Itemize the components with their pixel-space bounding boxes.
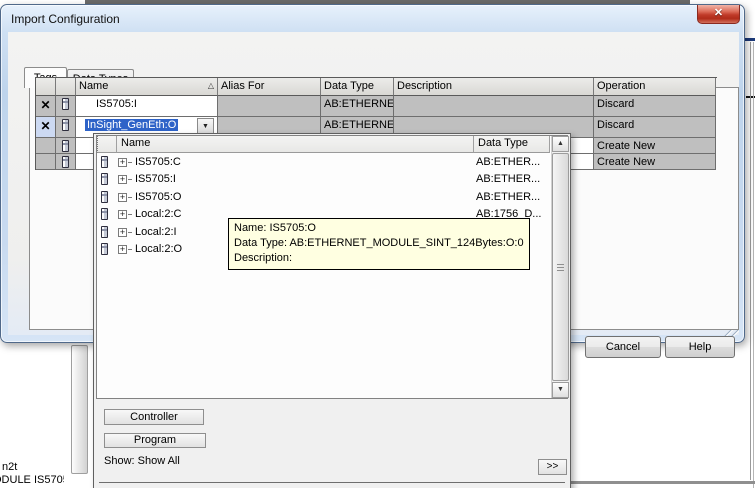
background-text: n2t	[2, 461, 17, 473]
expand-plus-icon[interactable]: +	[118, 210, 127, 219]
tag-list-item[interactable]: + IS5705:I AB:ETHER...	[98, 172, 550, 189]
tag-list-item[interactable]: + IS5705:O AB:ETHER...	[98, 190, 550, 207]
tag-icon	[62, 156, 69, 168]
tag-data-type: AB:ETHER...	[476, 191, 540, 203]
tooltip-name-line: Name: IS5705:O	[234, 221, 524, 236]
tag-icon	[101, 156, 108, 168]
tag-list-item[interactable]: + IS5705:C AB:ETHER...	[98, 155, 550, 172]
header-data-type[interactable]: Data Type	[321, 78, 394, 96]
tag-icon	[62, 140, 69, 152]
row-tag-cell	[56, 96, 76, 117]
scroll-up-icon: ▲	[557, 140, 564, 147]
chevron-down-icon: ▼	[202, 123, 209, 130]
tag-icon	[101, 243, 108, 255]
row-tag-cell	[56, 154, 76, 170]
operation-cell[interactable]: Discard	[594, 96, 716, 117]
background-scrollbar[interactable]	[71, 345, 88, 474]
program-button[interactable]: Program	[104, 433, 206, 448]
scroll-up-button[interactable]: ▲	[552, 136, 569, 152]
tag-browser-dropdown: Name Data Type + IS5705:C AB:ETHER... + …	[93, 133, 571, 488]
background-window-edge	[750, 42, 751, 480]
selected-tag-text: InSight_GenEth:O	[85, 119, 178, 131]
header-operation[interactable]: Operation	[594, 78, 716, 96]
list-scrollbar[interactable]: ▲ ▼	[551, 136, 568, 398]
scroll-down-icon: ▼	[557, 386, 564, 393]
expand-plus-icon[interactable]: +	[118, 158, 127, 167]
row-tag-cell	[56, 138, 76, 154]
tag-name: Local:2:I	[135, 226, 177, 238]
close-icon: ✕	[714, 7, 723, 19]
header-select[interactable]	[36, 78, 56, 96]
scrollbar-thumb[interactable]	[552, 153, 569, 381]
list-header-data-type[interactable]: Data Type	[474, 136, 550, 153]
name-cell[interactable]: IS5705:I	[76, 96, 218, 117]
row-delete-cell[interactable]	[36, 154, 56, 170]
tooltip-datatype-line: Data Type: AB:ETHERNET_MODULE_SINT_124By…	[234, 236, 524, 251]
help-button[interactable]: Help	[665, 336, 735, 358]
row-delete-cell[interactable]	[36, 138, 56, 154]
screen: n2t ODULE IS5705 Import Configuration ✕ …	[0, 0, 755, 488]
close-button[interactable]: ✕	[697, 5, 740, 24]
tag-name: IS5705:C	[135, 156, 181, 168]
titlebar[interactable]: Import Configuration	[1, 5, 746, 29]
tag-data-type: AB:ETHER...	[476, 156, 540, 168]
expand-plus-icon[interactable]: +	[118, 245, 127, 254]
tooltip-description-line: Description:	[234, 251, 524, 266]
tag-name: IS5705:I	[135, 173, 176, 185]
tag-tooltip: Name: IS5705:O Data Type: AB:ETHERNET_MO…	[228, 218, 530, 270]
sort-asc-icon: △	[208, 81, 214, 90]
delete-x-icon: ✕	[40, 119, 50, 133]
header-alias-for[interactable]: Alias For	[218, 78, 321, 96]
background-line	[745, 38, 755, 41]
row-delete-cell[interactable]: ✕	[36, 96, 56, 117]
tag-data-type: AB:ETHER...	[476, 173, 540, 185]
tag-icon	[101, 173, 108, 185]
tag-name: IS5705:O	[135, 191, 181, 203]
row-tag-cell	[56, 117, 76, 138]
list-header-icon	[97, 136, 117, 153]
background-text-clipped: ODULE IS5705	[0, 474, 64, 488]
header-description[interactable]: Description	[394, 78, 594, 96]
cancel-button[interactable]: Cancel	[585, 336, 661, 358]
operation-cell[interactable]: Create New	[594, 154, 716, 170]
scroll-down-button[interactable]: ▼	[552, 382, 569, 398]
background-window-edge	[571, 481, 755, 484]
expand-plus-icon[interactable]: +	[118, 228, 127, 237]
tag-icon	[101, 226, 108, 238]
list-header-name[interactable]: Name	[117, 136, 474, 153]
tag-icon	[62, 98, 69, 110]
dialog-title: Import Configuration	[11, 12, 120, 26]
tag-icon	[101, 191, 108, 203]
background-window-edge	[753, 42, 754, 488]
tag-name: Local:2:O	[135, 243, 182, 255]
expand-plus-icon[interactable]: +	[118, 193, 127, 202]
show-filter-label: Show: Show All	[104, 455, 180, 467]
data-type-cell: AB:ETHERNE	[321, 96, 394, 117]
operation-cell[interactable]: Discard	[594, 117, 716, 138]
alias-cell[interactable]	[218, 96, 321, 117]
header-name[interactable]: △ Name	[76, 78, 218, 96]
controller-button[interactable]: Controller	[104, 409, 204, 425]
operation-cell[interactable]: Create New	[594, 138, 716, 154]
row-delete-cell[interactable]: ✕	[36, 117, 56, 138]
delete-x-icon: ✕	[40, 98, 50, 112]
tag-name: Local:2:C	[135, 208, 181, 220]
panel-divider	[99, 482, 565, 483]
tag-icon	[62, 119, 69, 131]
header-icon[interactable]	[56, 78, 76, 96]
tag-icon	[101, 208, 108, 220]
expand-plus-icon[interactable]: +	[118, 175, 127, 184]
description-cell[interactable]	[394, 96, 594, 117]
expand-browser-button[interactable]: >>	[538, 459, 567, 475]
